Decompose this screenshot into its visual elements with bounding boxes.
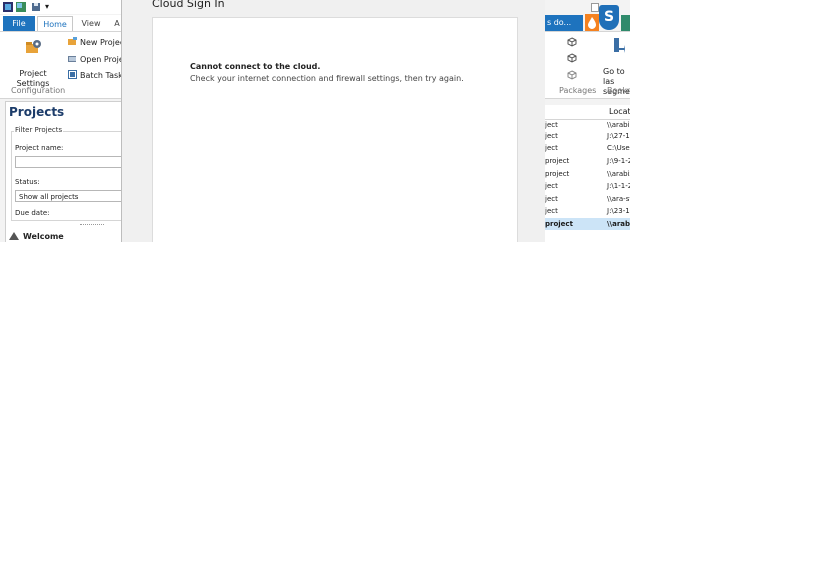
notification-flame-icon[interactable] bbox=[585, 14, 599, 32]
row-location: \\arabiz bbox=[607, 170, 630, 178]
row-location: C:\User bbox=[607, 144, 630, 152]
go-to-segment-icon bbox=[614, 38, 625, 53]
projects-title: Projects bbox=[9, 105, 65, 119]
dialog-title: Cloud Sign In bbox=[152, 0, 225, 10]
app-icon[interactable] bbox=[16, 2, 26, 12]
welcome-label: Welcome bbox=[23, 232, 64, 241]
list-header: Locatio bbox=[545, 105, 630, 120]
row-type: ject bbox=[545, 132, 558, 140]
table-row[interactable]: ject J:\23-1- bbox=[545, 205, 630, 217]
welcome-icon bbox=[9, 232, 19, 240]
status-label: Status: bbox=[15, 178, 40, 186]
tab-view[interactable]: View bbox=[76, 16, 106, 31]
app-logo-icon[interactable] bbox=[3, 2, 13, 12]
row-type: ject bbox=[545, 144, 558, 152]
ribbon: Project Settings New Project Open Projec… bbox=[0, 31, 128, 99]
table-row-selected[interactable]: project \\arab bbox=[545, 218, 630, 230]
package-icon-1[interactable] bbox=[567, 37, 577, 47]
projects-pane: Projects Filter Projects Project name: S… bbox=[5, 101, 133, 242]
row-location: \\ara-st bbox=[607, 195, 630, 203]
location-column-header[interactable]: Locatio bbox=[609, 105, 630, 119]
ribbon-tabs: File Home View A bbox=[0, 15, 121, 32]
table-row[interactable]: project J:\9-1-2 bbox=[545, 155, 630, 167]
batch-tasks-button[interactable]: Batch Tasks bbox=[68, 70, 127, 82]
row-location: J:\1-1-2 bbox=[607, 182, 630, 190]
row-location: \\arab bbox=[607, 220, 630, 228]
projects-list: Locatio ject\\arabi jectJ:\27-12 jectC:\… bbox=[545, 105, 630, 242]
project-name-label: Project name: bbox=[15, 144, 64, 152]
filter-projects-label: Filter Projects bbox=[14, 126, 64, 134]
error-title: Cannot connect to the cloud. bbox=[190, 62, 321, 71]
row-type: ject bbox=[545, 195, 558, 203]
app-window: ▾ File Home View A Project Settings New … bbox=[0, 0, 630, 242]
quick-access-toolbar: ▾ bbox=[0, 0, 121, 14]
table-row[interactable]: ject \\ara-st bbox=[545, 193, 630, 205]
green-app-icon[interactable] bbox=[621, 15, 630, 31]
due-date-label: Due date: bbox=[15, 209, 50, 217]
group-bookmarks: Bookm bbox=[607, 86, 630, 95]
row-type: project bbox=[545, 220, 573, 228]
row-location: J:\23-1- bbox=[607, 207, 630, 215]
row-location: J:\27-12 bbox=[607, 132, 630, 140]
project-settings-icon bbox=[26, 40, 41, 53]
package-icon-3[interactable] bbox=[567, 70, 577, 80]
row-type: ject bbox=[545, 182, 558, 190]
pane-splitter[interactable] bbox=[80, 224, 104, 228]
tab-file[interactable]: File bbox=[3, 16, 35, 31]
row-type: project bbox=[545, 157, 570, 165]
table-row[interactable]: ject C:\User bbox=[545, 142, 630, 154]
open-project-icon bbox=[68, 56, 76, 62]
group-configuration: Configuration bbox=[11, 86, 66, 95]
table-row[interactable]: project \\arabiz bbox=[545, 168, 630, 180]
error-message: Check your internet connection and firew… bbox=[190, 74, 464, 83]
right-app-area: s do... S Go to las segmen Packages Book… bbox=[545, 0, 630, 242]
row-location: J:\9-1-2 bbox=[607, 157, 630, 165]
package-icon-2[interactable] bbox=[567, 53, 577, 63]
group-packages: Packages bbox=[559, 86, 597, 95]
save-icon[interactable] bbox=[31, 2, 41, 12]
table-row[interactable]: ject J:\27-12 bbox=[545, 130, 630, 142]
row-type: project bbox=[545, 170, 570, 178]
project-settings-button[interactable]: Project Settings bbox=[13, 38, 53, 89]
welcome-item[interactable]: Welcome bbox=[5, 232, 121, 242]
row-type: ject bbox=[545, 207, 558, 215]
batch-tasks-icon bbox=[68, 70, 77, 79]
project-name-input[interactable] bbox=[15, 156, 125, 168]
dialog-body: Cannot connect to the cloud. Check your … bbox=[152, 17, 518, 242]
right-blue-tab[interactable]: s do... bbox=[545, 15, 583, 31]
table-row[interactable]: ject J:\1-1-2 bbox=[545, 180, 630, 192]
new-project-button[interactable]: New Project bbox=[68, 37, 127, 49]
right-ribbon: Go to las segmen Packages Bookm bbox=[545, 31, 630, 99]
open-project-button[interactable]: Open Projec bbox=[68, 54, 128, 66]
window-icon[interactable] bbox=[591, 3, 599, 12]
new-project-icon bbox=[68, 37, 77, 45]
cloud-sign-in-dialog: Cloud Sign In Cannot connect to the clou… bbox=[121, 0, 547, 242]
shield-logo-icon[interactable]: S bbox=[599, 5, 619, 30]
qat-dropdown-icon[interactable]: ▾ bbox=[45, 2, 55, 12]
status-select[interactable]: Show all projects bbox=[15, 190, 125, 202]
tab-home[interactable]: Home bbox=[37, 16, 73, 32]
batch-tasks-label: Batch Tasks bbox=[80, 71, 127, 80]
